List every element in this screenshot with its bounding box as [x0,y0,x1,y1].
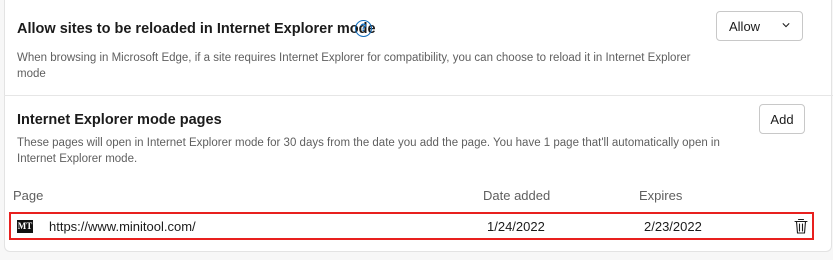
date-added-value: 1/24/2022 [487,219,545,234]
column-header-page: Page [13,188,44,203]
reload-setting-title: Allow sites to be reloaded in Internet E… [17,21,376,37]
ie-pages-description: These pages will open in Internet Explor… [17,137,720,165]
chevron-down-icon [782,23,790,28]
reload-setting-description: When browsing in Microsoft Edge, if a si… [17,52,691,80]
dropdown-selected-value: Allow [729,19,761,34]
site-favicon: MT [17,220,33,233]
section-divider [4,95,833,96]
ie-pages-title: Internet Explorer mode pages [17,112,222,128]
column-header-date-added: Date added [483,188,551,203]
add-page-button[interactable]: Add [759,104,805,134]
expires-value: 2/23/2022 [644,219,702,234]
column-header-expires: Expires [639,188,683,203]
favicon-text: MT [17,221,33,231]
reload-permission-dropdown[interactable]: Allow [716,11,803,41]
trash-icon[interactable] [793,217,809,235]
table-row: MT https://www.minitool.com/ 1/24/2022 2… [9,212,814,240]
page-url: https://www.minitool.com/ [49,219,196,234]
help-icon[interactable]: ? [355,20,372,37]
